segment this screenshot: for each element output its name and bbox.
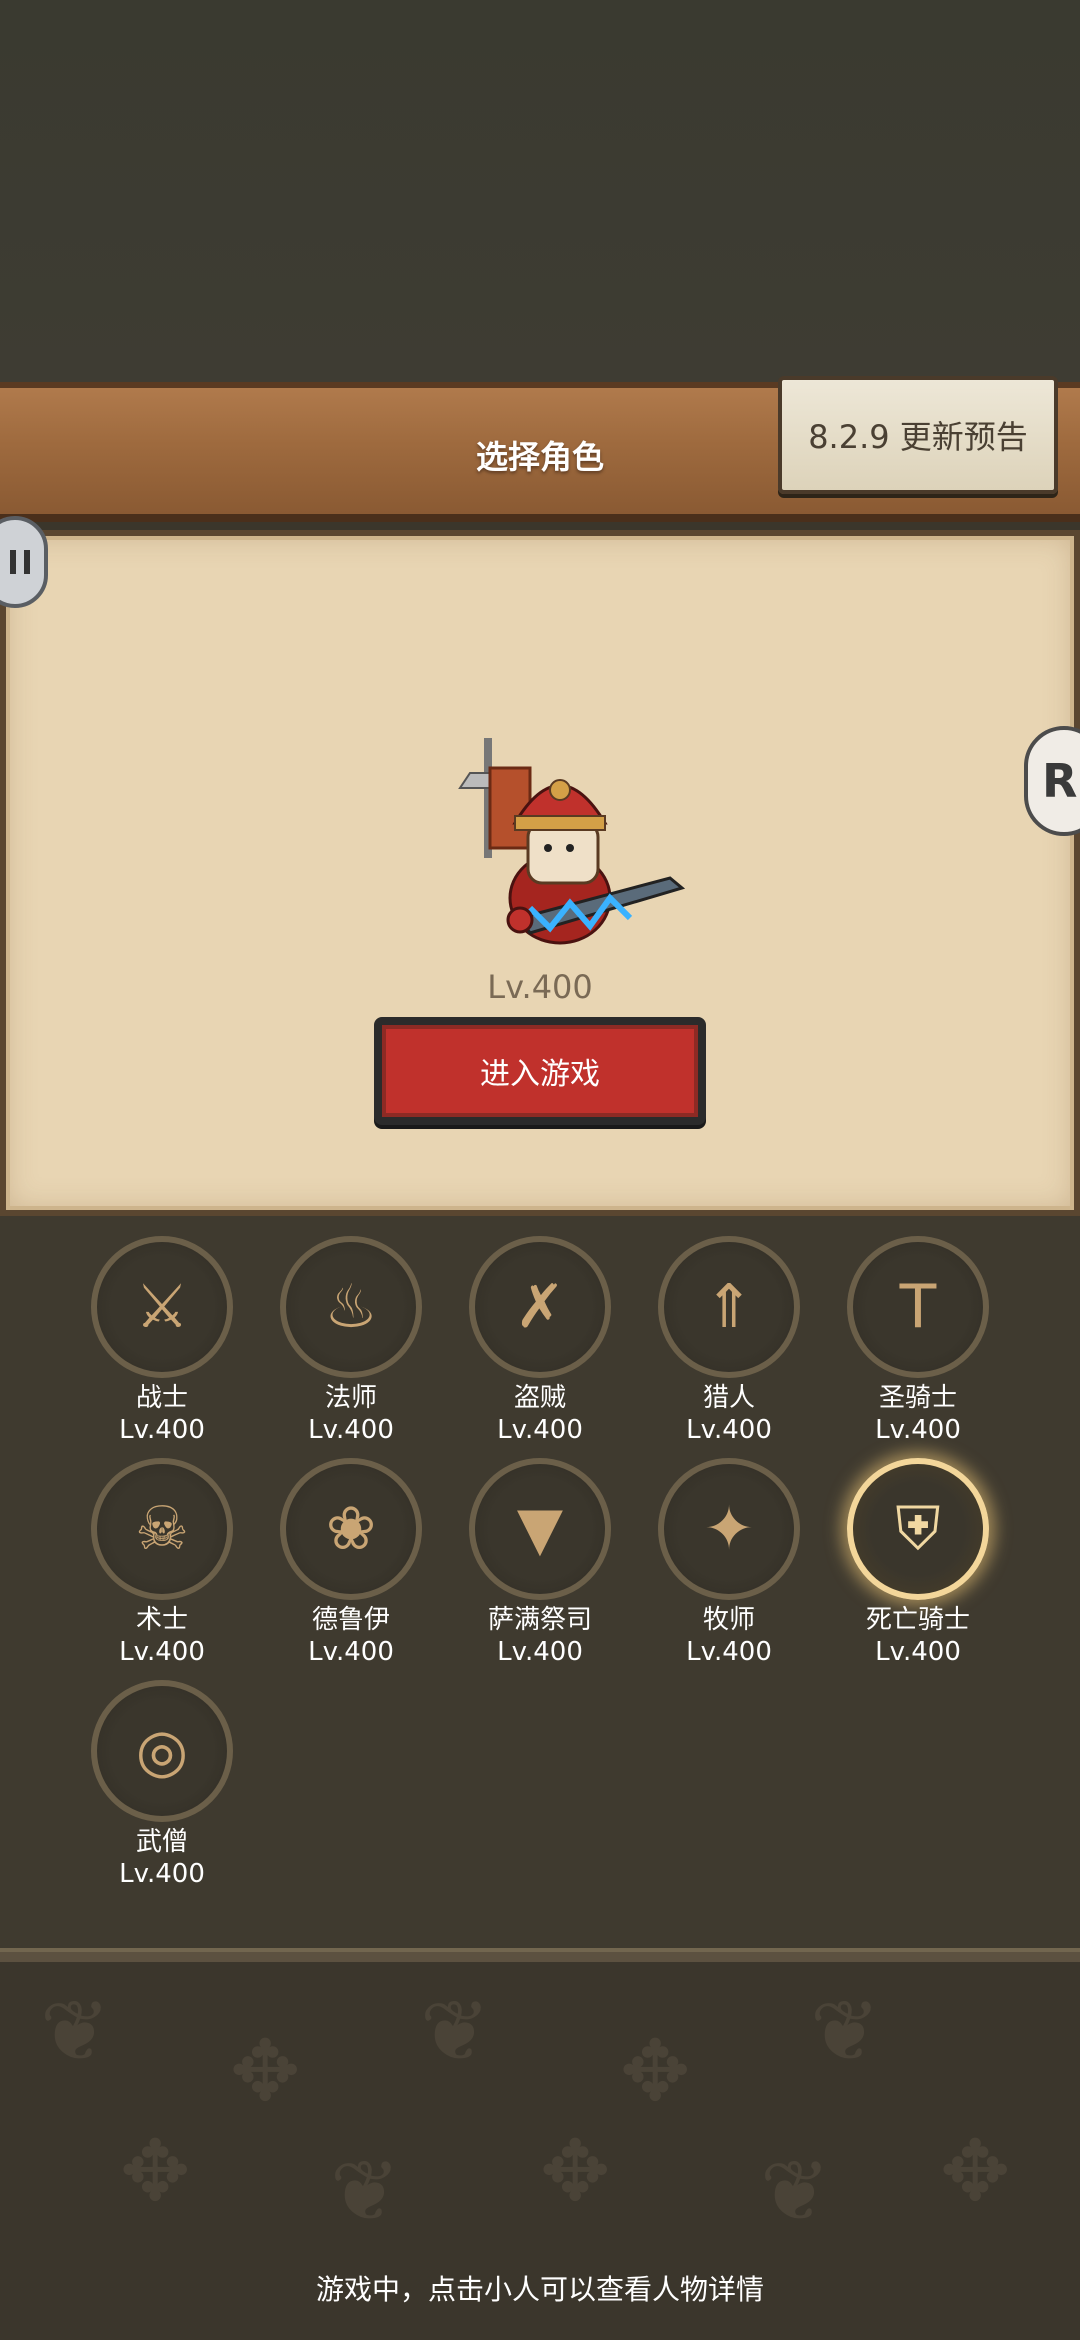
class-name: 猎人	[702, 1383, 755, 1413]
background-pattern-icon: ❦	[760, 2142, 831, 2240]
character-level: Lv.400	[487, 968, 593, 1006]
class-level: Lv.400	[686, 1415, 772, 1445]
sword-shield-icon: ⚔	[91, 1236, 233, 1378]
class-option[interactable]: ♨ 法师 Lv.400	[256, 1236, 446, 1446]
class-level: Lv.400	[119, 1637, 205, 1667]
side-button[interactable]: R	[1024, 726, 1080, 836]
flame-icon: ♨	[280, 1236, 422, 1378]
background-pattern-icon: ✥	[940, 2122, 1011, 2220]
class-name: 牧师	[702, 1605, 755, 1635]
class-option[interactable]: ❀ 德鲁伊 Lv.400	[256, 1458, 446, 1668]
swirl-icon: ◎	[91, 1680, 233, 1822]
class-level: Lv.400	[119, 1859, 205, 1889]
top-background	[0, 0, 1080, 382]
class-level: Lv.400	[308, 1637, 394, 1667]
background-pattern-icon: ✥	[540, 2122, 611, 2220]
background-pattern-icon: ✥	[620, 2022, 691, 2120]
hint-text: 游戏中，点击小人可以查看人物详情	[315, 2273, 764, 2306]
class-option[interactable]: T 圣骑士 Lv.400	[823, 1236, 1013, 1446]
pause-icon	[10, 550, 30, 574]
class-name: 死亡骑士	[865, 1605, 970, 1635]
background-pattern-icon: ❦	[330, 2142, 401, 2240]
class-level: Lv.400	[497, 1637, 583, 1667]
class-option[interactable]: ✦ 牧师 Lv.400	[634, 1458, 824, 1668]
class-level: Lv.400	[308, 1415, 394, 1445]
helm-icon: ⛨	[847, 1458, 989, 1600]
class-name: 盗贼	[513, 1383, 566, 1413]
class-name: 武僧	[135, 1827, 188, 1857]
class-name: 战士	[135, 1383, 188, 1413]
class-option[interactable]: ▼ 萨满祭司 Lv.400	[445, 1458, 635, 1668]
background-pattern-icon: ✥	[120, 2122, 191, 2220]
background-pattern-icon: ✥	[230, 2022, 301, 2120]
background-pattern-icon: ❦	[810, 1982, 881, 2080]
class-name: 术士	[135, 1605, 188, 1635]
class-name: 萨满祭司	[487, 1605, 592, 1635]
class-option[interactable]: ⇑ 猎人 Lv.400	[634, 1236, 824, 1446]
dagger-icon: ✗	[469, 1236, 611, 1378]
character-sprite[interactable]	[420, 728, 700, 968]
class-name: 圣骑士	[878, 1383, 957, 1413]
skull-icon: ☠	[91, 1458, 233, 1600]
arrows-icon: ⇑	[658, 1236, 800, 1378]
class-name: 德鲁伊	[311, 1605, 390, 1635]
pause-button[interactable]	[0, 516, 48, 608]
class-option[interactable]: ◎ 武僧 Lv.400	[67, 1680, 257, 1890]
totem-icon: ▼	[469, 1458, 611, 1600]
class-level: Lv.400	[497, 1415, 583, 1445]
update-notice-button[interactable]: 8.2.9 更新预告	[778, 376, 1058, 494]
enter-game-button[interactable]: 进入游戏	[374, 1017, 706, 1125]
divider	[0, 1948, 1080, 1962]
class-option[interactable]: ⚔ 战士 Lv.400	[67, 1236, 257, 1446]
class-level: Lv.400	[686, 1637, 772, 1667]
class-level: Lv.400	[875, 1637, 961, 1667]
class-name: 法师	[324, 1383, 377, 1413]
background-pattern-icon: ❦	[40, 1982, 111, 2080]
class-option[interactable]: ☠ 术士 Lv.400	[67, 1458, 257, 1668]
class-option[interactable]: ⛨ 死亡骑士 Lv.400	[823, 1458, 1013, 1668]
class-level: Lv.400	[875, 1415, 961, 1445]
class-level: Lv.400	[119, 1415, 205, 1445]
background-pattern-icon: ❦	[420, 1982, 491, 2080]
star-icon: ✦	[658, 1458, 800, 1600]
class-option[interactable]: ✗ 盗贼 Lv.400	[445, 1236, 635, 1446]
paw-icon: ❀	[280, 1458, 422, 1600]
hammer-icon: T	[847, 1236, 989, 1378]
